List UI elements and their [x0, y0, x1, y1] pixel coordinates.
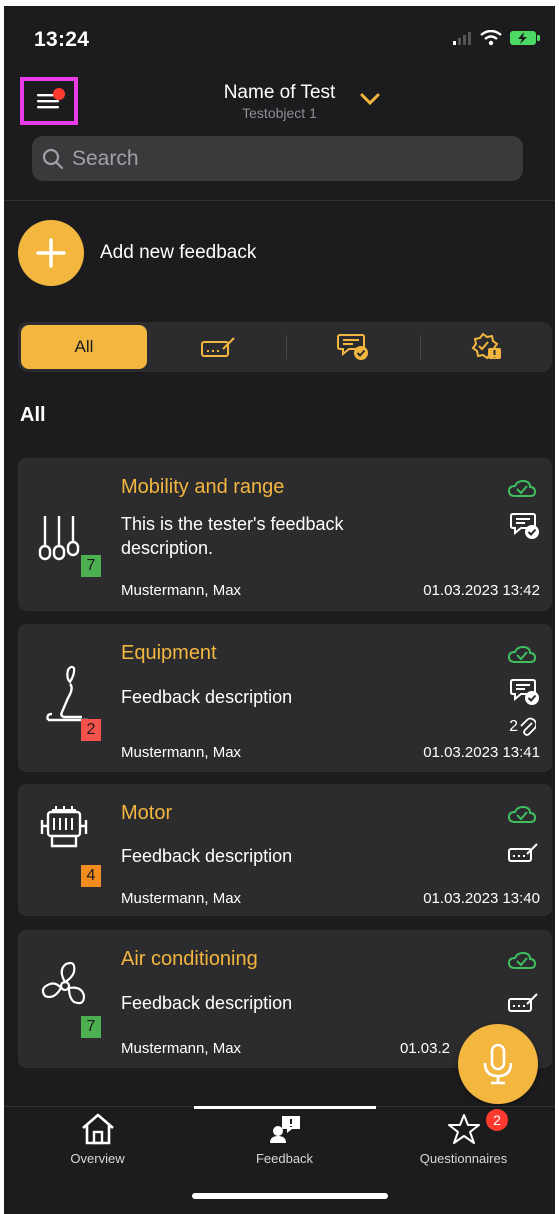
card-description: Feedback description — [121, 846, 293, 866]
filter-all-label: All — [74, 337, 94, 356]
status-time: 13:24 — [34, 28, 90, 51]
message-check-icon — [510, 679, 539, 705]
search-input[interactable]: Search — [32, 136, 523, 181]
signature-icon — [201, 337, 235, 357]
cloud-check-icon — [508, 480, 536, 497]
status-icons — [453, 30, 541, 46]
feedback-icon — [269, 1116, 300, 1143]
card-date: 01.03.2023 13:42 — [423, 582, 540, 599]
segment-divider — [286, 335, 287, 359]
signal-icon — [453, 32, 471, 45]
engine-icon — [40, 806, 88, 848]
card-description: This is the tester's feedback descriptio… — [121, 514, 344, 558]
feedback-card[interactable]: 7 Mobility and range This is the tester'… — [18, 458, 552, 611]
tab-feedback-label: Feedback — [255, 1151, 314, 1166]
tab-questionnaires-label: Questionnaires — [419, 1151, 508, 1166]
rating-badge: 7 — [81, 555, 101, 577]
card-author: Mustermann, Max — [121, 744, 242, 761]
signature-icon — [508, 843, 538, 862]
card-date: 01.03.2 — [399, 1040, 450, 1057]
attachments-indicator: 2 — [509, 717, 536, 737]
app-screen: 13:24 Name of Test Testobject 1 Search A… — [4, 6, 555, 1214]
card-description: Feedback description — [121, 993, 293, 1013]
star-icon — [447, 1114, 480, 1144]
questionnaires-badge: 2 — [486, 1109, 508, 1131]
tab-questionnaires[interactable]: Questionnaires — [372, 1113, 555, 1166]
attachments-count: 2 — [509, 718, 518, 735]
plus-icon — [36, 238, 66, 268]
card-author: Mustermann, Max — [121, 1040, 242, 1057]
section-title: All — [20, 404, 46, 426]
filter-signature-tab[interactable] — [153, 322, 283, 372]
cloud-check-icon — [508, 646, 536, 663]
card-title: Mobility and range — [121, 476, 285, 498]
active-tab-indicator — [194, 1106, 376, 1109]
search-placeholder: Search — [72, 146, 139, 170]
add-feedback-label[interactable]: Add new feedback — [100, 242, 256, 264]
tab-overview-label: Overview — [70, 1151, 125, 1166]
home-indicator — [192, 1193, 388, 1199]
fan-icon — [41, 961, 86, 1005]
badge-alert-icon — [471, 332, 501, 360]
card-title: Motor — [121, 802, 173, 824]
filter-segmented-control: All — [18, 322, 552, 372]
feedback-card[interactable]: 2 Equipment Feedback description Musterm… — [18, 624, 552, 772]
card-date: 01.03.2023 13:41 — [423, 744, 540, 761]
battery-icon — [510, 31, 540, 45]
rating-badge: 7 — [81, 1016, 101, 1038]
card-title: Equipment — [121, 642, 217, 664]
paperclip-icon — [520, 717, 536, 736]
filter-message-tab[interactable] — [288, 322, 418, 372]
message-check-icon — [510, 513, 539, 539]
card-title: Air conditioning — [121, 948, 258, 970]
tab-overview[interactable]: Overview — [6, 1113, 189, 1166]
cloud-check-icon — [508, 952, 536, 969]
test-title[interactable]: Name of Test — [4, 82, 555, 104]
voice-feedback-button[interactable] — [458, 1024, 538, 1104]
card-author: Mustermann, Max — [121, 890, 242, 907]
add-feedback-button[interactable] — [18, 220, 84, 286]
home-icon — [81, 1113, 114, 1145]
tab-feedback[interactable]: Feedback — [193, 1113, 376, 1166]
card-description: Feedback description — [121, 687, 293, 707]
filter-all-tab[interactable]: All — [21, 325, 147, 369]
segment-divider — [420, 335, 421, 359]
card-date: 01.03.2023 13:40 — [423, 890, 540, 907]
filter-badge-tab[interactable] — [422, 322, 550, 372]
microphone-icon — [483, 1043, 513, 1085]
sliders-icon — [38, 516, 80, 561]
wifi-icon — [480, 30, 502, 46]
cloud-check-icon — [508, 806, 536, 823]
message-check-icon — [337, 334, 368, 360]
rating-badge: 4 — [81, 865, 101, 887]
rating-badge: 2 — [81, 719, 101, 741]
search-icon — [42, 148, 64, 169]
signature-icon — [508, 993, 538, 1012]
header-divider — [4, 200, 555, 201]
card-author: Mustermann, Max — [121, 582, 242, 599]
chevron-down-icon[interactable] — [360, 92, 380, 106]
feedback-card[interactable]: 4 Motor Feedback description Mustermann,… — [18, 784, 552, 916]
test-object: Testobject 1 — [242, 105, 317, 121]
